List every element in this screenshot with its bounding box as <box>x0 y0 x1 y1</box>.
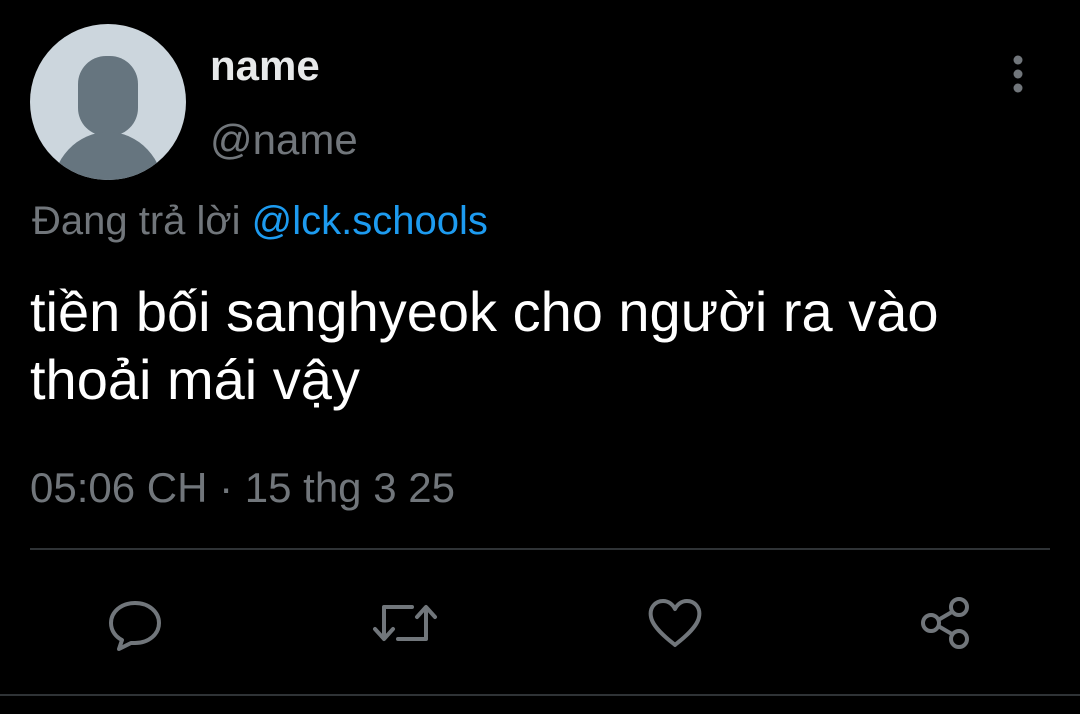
heart-icon <box>648 599 702 647</box>
user-handle[interactable]: @name <box>210 114 358 166</box>
share-button[interactable] <box>912 590 978 656</box>
tweet-timestamp[interactable]: 05:06 CH · 15 thg 3 25 <box>30 462 455 514</box>
default-avatar-icon <box>53 56 163 180</box>
tweet-text: tiền bối sanghyeok cho người ra vào thoả… <box>30 280 939 411</box>
replying-to-mention-link[interactable]: @lck.schools <box>252 199 488 243</box>
display-name[interactable]: name <box>210 40 320 92</box>
retweet-arrows-icon <box>373 605 437 641</box>
more-options-button[interactable] <box>996 52 1040 96</box>
replying-to-label: Đang trả lời <box>32 199 252 243</box>
like-button[interactable] <box>642 590 708 656</box>
reply-button[interactable] <box>102 590 168 656</box>
speech-bubble-icon <box>109 601 161 651</box>
vertical-ellipsis-icon <box>1013 55 1023 93</box>
replying-to: Đang trả lời @lck.schools <box>32 196 488 246</box>
divider <box>0 694 1080 696</box>
share-nodes-icon <box>921 597 969 649</box>
divider <box>30 548 1050 550</box>
avatar[interactable] <box>30 24 186 180</box>
retweet-button[interactable] <box>372 590 438 656</box>
